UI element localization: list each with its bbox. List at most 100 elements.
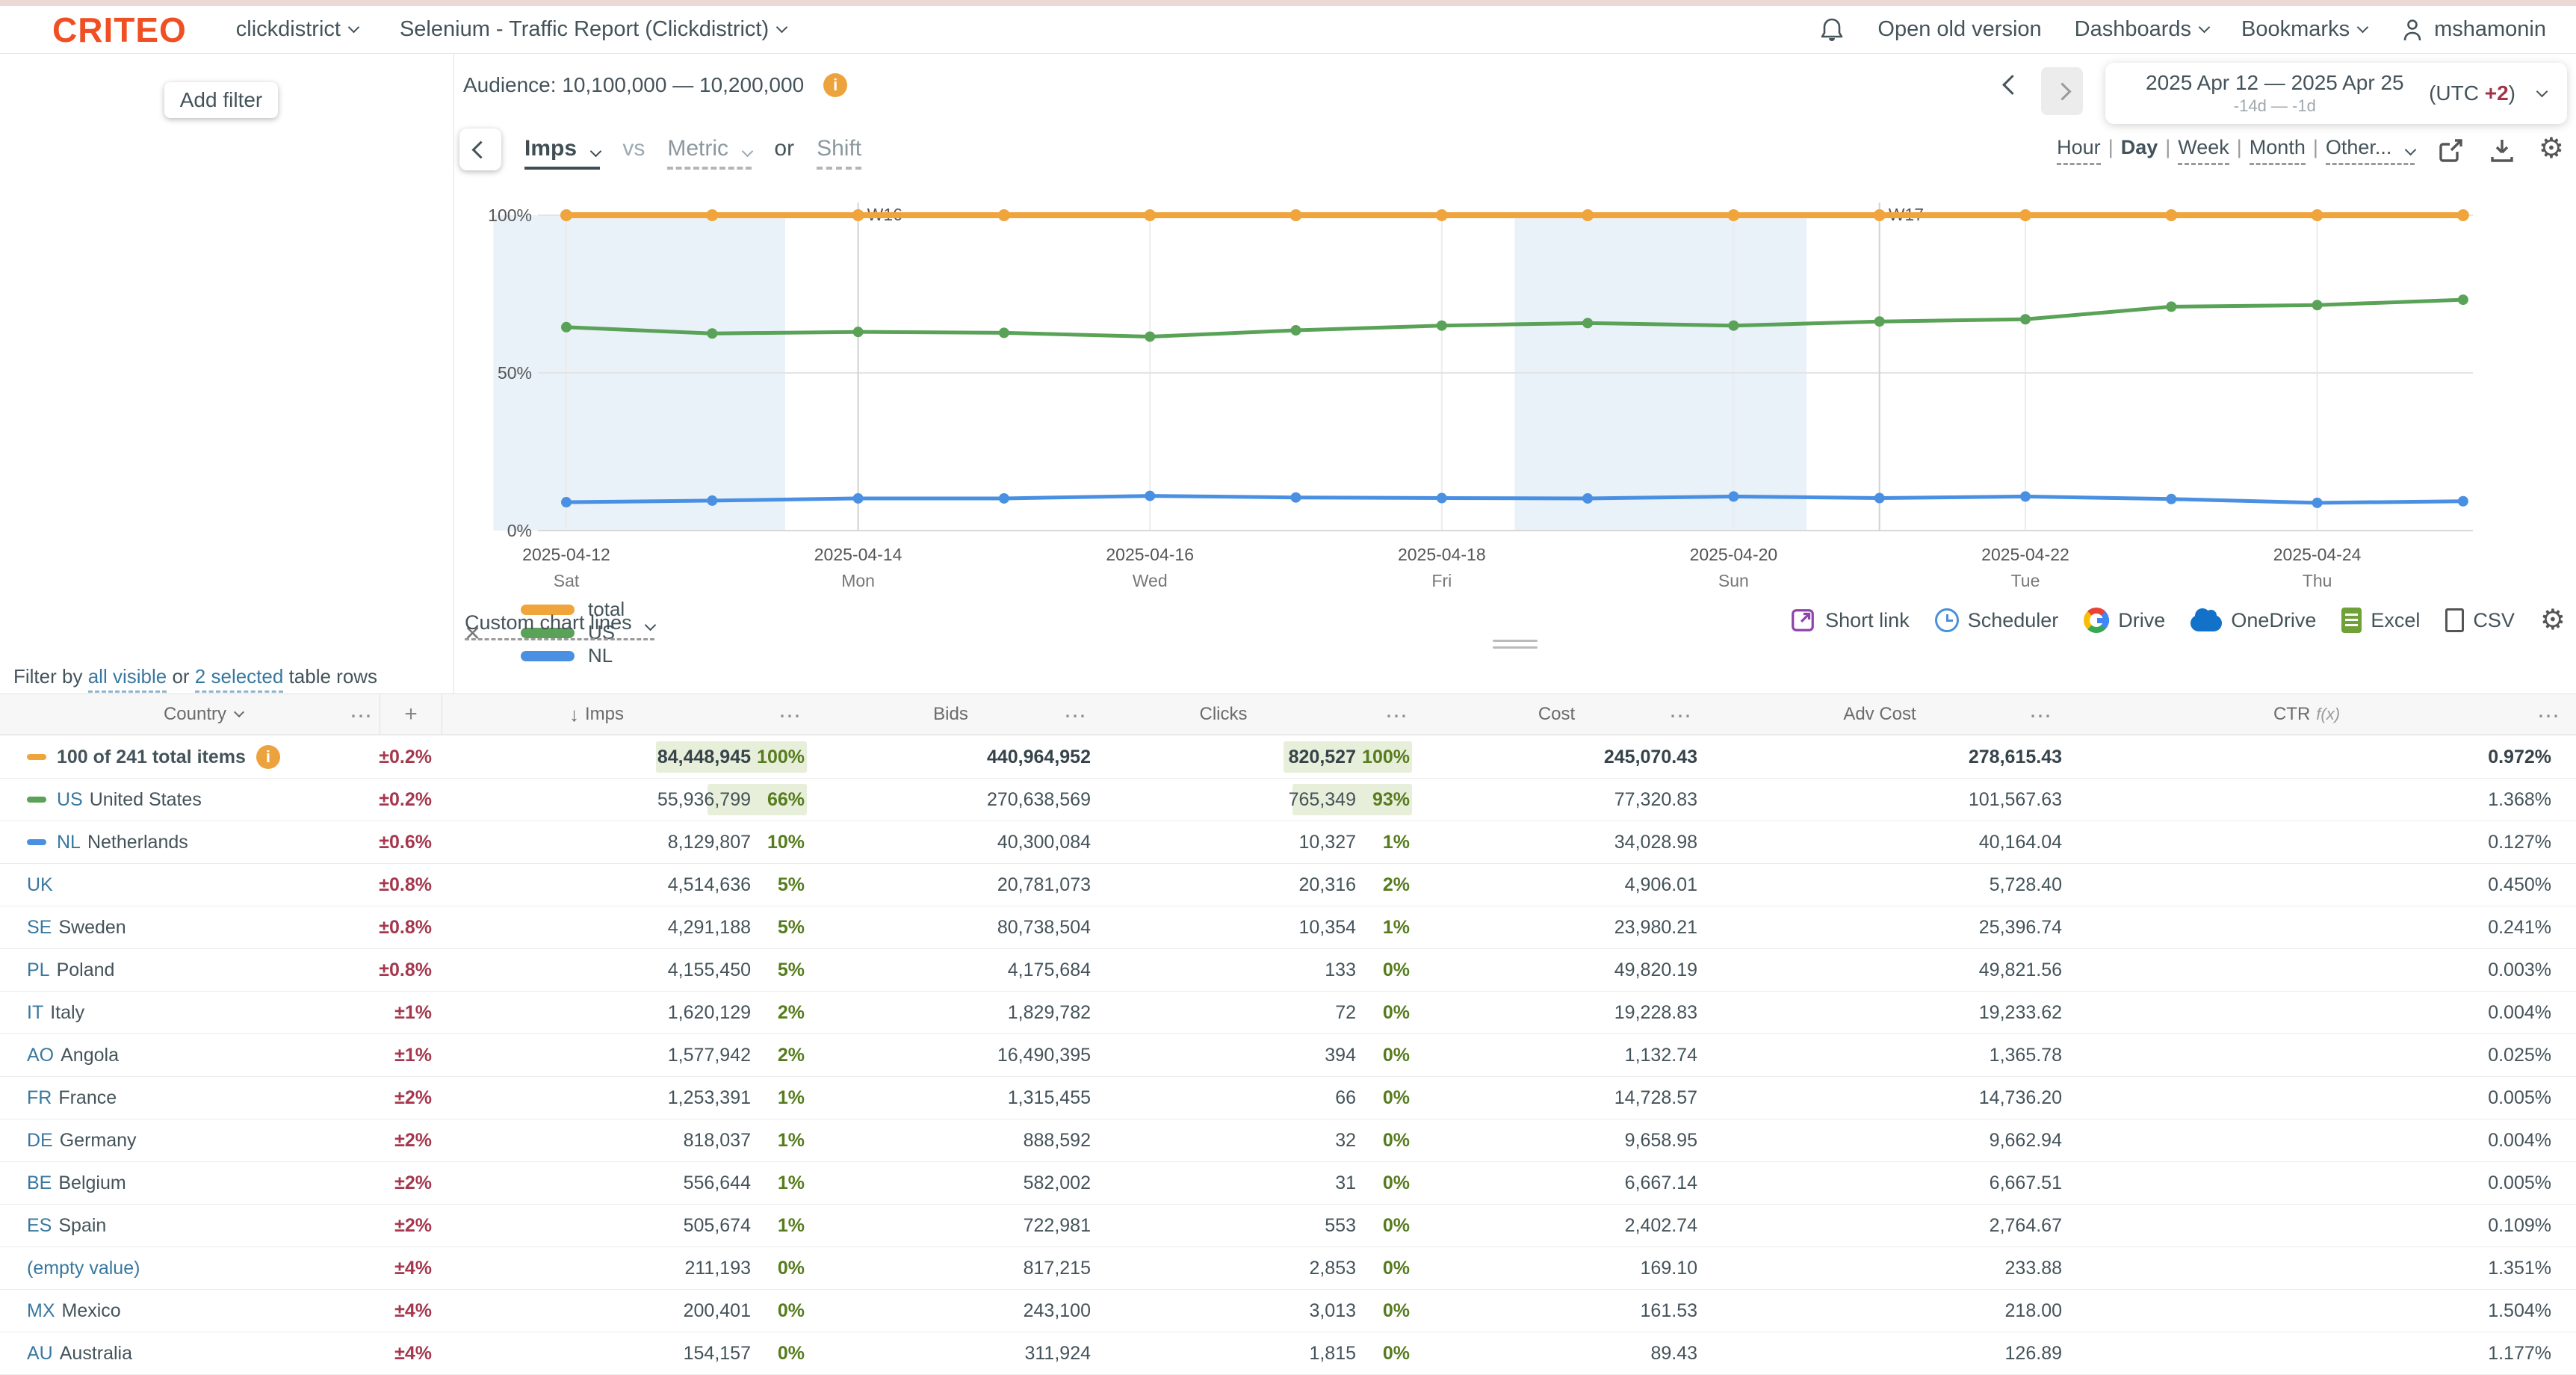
- table-row[interactable]: UK±0.8%4,514,6365%20,781,07320,3162%4,90…: [0, 864, 2576, 906]
- table-row[interactable]: NLNetherlands±0.6%8,129,80710%40,300,084…: [0, 821, 2576, 864]
- shift-toggle[interactable]: Shift: [817, 136, 861, 170]
- account-switcher[interactable]: clickdistrict: [236, 17, 358, 42]
- table-row[interactable]: (empty value)±4%211,1930%817,2152,8530%1…: [0, 1247, 2576, 1290]
- collapse-panel-button[interactable]: [459, 129, 501, 170]
- table-row[interactable]: AUAustralia±4%154,1570%311,9241,8150%89.…: [0, 1332, 2576, 1375]
- clicks-cell: 10,327: [1091, 832, 1356, 853]
- table-row[interactable]: BEBelgium±2%556,6441%582,002310%6,667.14…: [0, 1162, 2576, 1205]
- country-code-link[interactable]: PL: [27, 960, 50, 981]
- country-code-link[interactable]: IT: [27, 1002, 43, 1024]
- open-old-version-link[interactable]: Open old version: [1877, 17, 2041, 42]
- table-settings-gear-icon[interactable]: ⚙: [2540, 608, 2566, 633]
- table-row[interactable]: FRFrance±2%1,253,3911%1,315,455660%14,72…: [0, 1077, 2576, 1119]
- imps-pct-cell: 5%: [751, 874, 811, 896]
- country-name: 100 of 241 total items: [57, 747, 246, 768]
- table-row[interactable]: ITItaly±1%1,620,1292%1,829,782720%19,228…: [0, 992, 2576, 1034]
- add-filter-button[interactable]: Add filter: [164, 82, 278, 118]
- user-menu[interactable]: mshamonin: [2400, 16, 2546, 43]
- country-cell: AOAngola: [0, 1045, 380, 1066]
- cost-cell: 14,728.57: [1416, 1087, 1697, 1109]
- bookmarks-menu[interactable]: Bookmarks: [2241, 17, 2367, 42]
- country-code-link[interactable]: US: [57, 789, 83, 811]
- country-code-link[interactable]: FR: [27, 1087, 52, 1109]
- column-header-imps[interactable]: ↓ Imps: [442, 703, 751, 726]
- short-link-button[interactable]: Short link: [1789, 607, 1910, 634]
- column-header-ctr[interactable]: CTR f(x): [2062, 704, 2551, 725]
- info-icon[interactable]: i: [823, 73, 847, 97]
- country-code-link[interactable]: AU: [27, 1343, 53, 1365]
- clicks-cell: 765,349: [1091, 789, 1356, 811]
- clicks-pct-cell: 0%: [1356, 1130, 1416, 1152]
- legend-item-NL[interactable]: NL: [521, 644, 681, 667]
- column-header-clicks[interactable]: Clicks: [1091, 704, 1356, 725]
- criteo-logo[interactable]: CRITEO: [52, 10, 187, 50]
- column-header-adv-cost[interactable]: Adv Cost: [1697, 704, 2062, 725]
- clicks-cell: 1,815: [1091, 1343, 1356, 1365]
- download-icon[interactable]: [2488, 136, 2516, 164]
- country-name: Spain: [58, 1215, 106, 1237]
- date-range-picker[interactable]: 2025 Apr 12 — 2025 Apr 25 -14d — -1d (UT…: [2105, 63, 2567, 124]
- date-next-button[interactable]: [2041, 67, 2083, 115]
- country-name-link[interactable]: (empty value): [27, 1258, 140, 1279]
- clicks-cell: 66: [1091, 1087, 1356, 1109]
- column-header-country[interactable]: Country: [0, 704, 380, 725]
- clicks-cell: 2,853: [1091, 1258, 1356, 1279]
- info-icon[interactable]: i: [256, 745, 280, 769]
- clicks-cell: 31: [1091, 1172, 1356, 1194]
- dashboards-menu[interactable]: Dashboards: [2075, 17, 2208, 42]
- clicks-pct-cell: 0%: [1356, 1258, 1416, 1279]
- svg-text:2025-04-12: 2025-04-12: [522, 545, 610, 564]
- granularity-day[interactable]: Day: [2121, 136, 2158, 159]
- chart-table-splitter[interactable]: [1493, 640, 1538, 653]
- country-code-link[interactable]: BE: [27, 1172, 52, 1194]
- ctr-cell: 0.003%: [2062, 960, 2551, 981]
- column-header-cost[interactable]: Cost: [1416, 704, 1697, 725]
- primary-metric-select[interactable]: Imps: [524, 136, 600, 170]
- svg-text:Mon: Mon: [841, 571, 875, 590]
- filter-selected-link[interactable]: 2 selected: [195, 665, 284, 693]
- bids-cell: 817,215: [811, 1258, 1091, 1279]
- country-code-link[interactable]: NL: [57, 832, 81, 853]
- table-row[interactable]: DEGermany±2%818,0371%888,592320%9,658.95…: [0, 1119, 2576, 1162]
- bell-icon[interactable]: [1819, 16, 1845, 43]
- onedrive-button[interactable]: OneDrive: [2190, 609, 2316, 632]
- csv-export-button[interactable]: CSV: [2445, 608, 2515, 632]
- table-row[interactable]: 100 of 241 total itemsi±0.2%84,448,94510…: [0, 736, 2576, 779]
- table-row[interactable]: AOAngola±1%1,577,9422%16,490,3953940%1,1…: [0, 1034, 2576, 1077]
- custom-chart-lines-menu[interactable]: Custom chart lines: [465, 611, 654, 640]
- table-row[interactable]: PLPoland±0.8%4,155,4505%4,175,6841330%49…: [0, 949, 2576, 992]
- chevron-down-icon: [234, 707, 244, 717]
- country-code-link[interactable]: MX: [27, 1300, 55, 1322]
- column-menu-icon[interactable]: ⋯: [778, 703, 801, 729]
- country-code-link[interactable]: UK: [27, 874, 53, 896]
- date-prev-button[interactable]: [2005, 78, 2019, 96]
- google-drive-button[interactable]: Drive: [2084, 608, 2165, 633]
- column-header-bids[interactable]: Bids: [811, 704, 1091, 725]
- chart-settings-gear-icon[interactable]: ⚙: [2539, 136, 2564, 161]
- granularity-month[interactable]: Month: [2250, 136, 2306, 165]
- ctr-cell: 1.351%: [2062, 1258, 2551, 1279]
- excel-export-button[interactable]: Excel: [2341, 608, 2420, 633]
- granularity-other[interactable]: Other...: [2326, 136, 2415, 165]
- country-code-link[interactable]: DE: [27, 1130, 53, 1152]
- imps-cell: 818,037: [442, 1130, 751, 1152]
- report-title-menu[interactable]: Selenium - Traffic Report (Clickdistrict…: [400, 17, 786, 42]
- granularity-hour[interactable]: Hour: [2057, 136, 2101, 165]
- country-code-link[interactable]: AO: [27, 1045, 54, 1066]
- table-row[interactable]: SESweden±0.8%4,291,1885%80,738,50410,354…: [0, 906, 2576, 949]
- country-cell: FRFrance: [0, 1087, 380, 1109]
- open-in-new-icon[interactable]: [2437, 136, 2465, 164]
- granularity-week[interactable]: Week: [2178, 136, 2229, 165]
- table-row[interactable]: ESSpain±2%505,6741%722,9815530%2,402.742…: [0, 1205, 2576, 1247]
- add-column-button[interactable]: +: [380, 693, 442, 735]
- chevron-down-icon: [348, 22, 360, 34]
- table-row[interactable]: MXMexico±4%200,4010%243,1003,0130%161.53…: [0, 1290, 2576, 1332]
- country-code-link[interactable]: ES: [27, 1215, 52, 1237]
- scheduler-button[interactable]: Scheduler: [1935, 608, 2059, 632]
- filter-all-visible-link[interactable]: all visible: [88, 665, 167, 693]
- topbar: CRITEO clickdistrict Selenium - Traffic …: [0, 6, 2576, 54]
- table-row[interactable]: USUnited States±0.2%55,936,79966%270,638…: [0, 779, 2576, 821]
- compare-metric-select[interactable]: Metric: [667, 136, 752, 170]
- country-code-link[interactable]: SE: [27, 917, 52, 939]
- column-menu-icon[interactable]: ⋯: [1385, 703, 1408, 729]
